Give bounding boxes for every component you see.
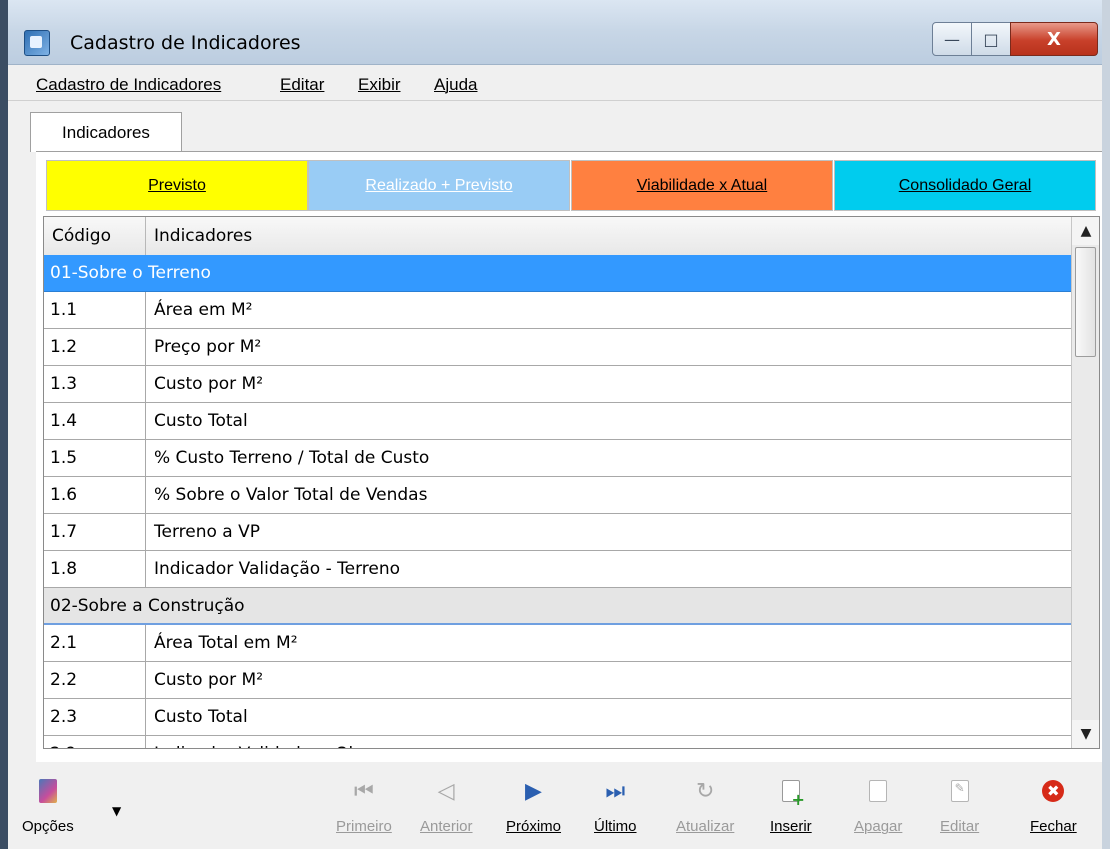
delete-label: Apagar: [854, 818, 903, 835]
table-row[interactable]: 2.?Indicador Validador - Obra: [44, 736, 1071, 748]
next-record-label: Próximo: [506, 818, 562, 835]
cell-code: 2.3: [44, 699, 146, 735]
group-row[interactable]: 02-Sobre a Construção: [44, 588, 1071, 625]
first-record-icon: ⏮: [354, 778, 374, 804]
previous-record-icon: ◁: [437, 778, 455, 804]
bottom-toolbar: Opções ▼ ⏮ Primeiro ◁ Anterior ▶ Próximo ⏭ Últi…: [8, 764, 1102, 849]
next-record-button[interactable]: ▶ Próximo: [506, 778, 562, 836]
maximize-button[interactable]: □: [971, 22, 1011, 56]
scroll-up-icon[interactable]: ▲: [1072, 217, 1099, 245]
cell-code: 1.2: [44, 329, 146, 365]
close-window-button[interactable]: X: [1010, 22, 1098, 56]
scroll-down-icon[interactable]: ▼: [1072, 720, 1099, 748]
cell-code: 1.1: [44, 292, 146, 328]
table-row[interactable]: 2.1 Área Total em M²: [44, 625, 1071, 662]
table-row[interactable]: 2.3 Custo Total: [44, 699, 1071, 736]
close-button[interactable]: ✖ Fechar: [1030, 778, 1077, 835]
close-icon: ✖: [1040, 778, 1066, 804]
group-label: 02-Sobre a Construção: [50, 596, 245, 616]
app-icon: [24, 30, 50, 56]
last-record-icon: ⏭: [605, 778, 626, 804]
table-row[interactable]: 1.1 Área em M²: [44, 292, 1071, 329]
previous-record-button[interactable]: ◁ Anterior: [420, 778, 473, 836]
vertical-scrollbar[interactable]: ▲ ▼: [1071, 217, 1099, 748]
last-record-label: Último: [594, 818, 637, 835]
title-bar: Cadastro de Indicadores — □ X: [8, 0, 1102, 65]
refresh-label: Atualizar: [676, 818, 735, 835]
previous-record-label: Anterior: [420, 818, 473, 835]
first-record-label: Primeiro: [336, 818, 392, 835]
table-row[interactable]: 1.7 Terreno a VP: [44, 514, 1071, 551]
delete-button[interactable]: Apagar: [854, 778, 902, 835]
last-record-button[interactable]: ⏭ Último: [594, 778, 637, 836]
group-label: 01-Sobre o Terreno: [50, 263, 211, 283]
cell-code: 1.6: [44, 477, 146, 513]
options-label: Opções: [22, 818, 74, 835]
table-row[interactable]: 1.2 Preço por M²: [44, 329, 1071, 366]
options-icon: [35, 778, 61, 804]
table-row[interactable]: 1.5 % Custo Terreno / Total de Custo: [44, 440, 1071, 477]
insert-button[interactable]: Inserir: [770, 778, 812, 835]
table-row[interactable]: 1.4 Custo Total: [44, 403, 1071, 440]
options-button[interactable]: Opções: [22, 778, 74, 835]
menu-editar[interactable]: Editar: [280, 75, 324, 95]
tab-indicadores[interactable]: Indicadores: [30, 112, 182, 152]
menu-cadastro[interactable]: Cadastro de Indicadores: [36, 75, 221, 95]
main-window: Cadastro de Indicadores — □ X Cadastro d…: [0, 0, 1110, 849]
table-row[interactable]: 2.2 Custo por M²: [44, 662, 1071, 699]
table-row[interactable]: 1.6 % Sobre o Valor Total de Vendas: [44, 477, 1071, 514]
close-label: Fechar: [1030, 818, 1077, 835]
category-previsto[interactable]: Previsto: [46, 160, 308, 211]
cell-code: 2.1: [44, 625, 146, 661]
menu-exibir[interactable]: Exibir: [358, 75, 401, 95]
cell-indicator: Terreno a VP: [154, 522, 261, 542]
cell-indicator: Custo por M²: [154, 374, 264, 394]
group-row[interactable]: 01-Sobre o Terreno: [44, 255, 1071, 292]
window-title: Cadastro de Indicadores: [70, 32, 301, 54]
first-record-button[interactable]: ⏮ Primeiro: [336, 778, 392, 836]
category-viabilidade-atual[interactable]: Viabilidade x Atual: [571, 160, 833, 211]
refresh-button[interactable]: ↻ Atualizar: [676, 778, 735, 836]
cell-code: 1.5: [44, 440, 146, 476]
column-header-codigo[interactable]: Código: [44, 217, 146, 255]
table-row[interactable]: 1.8 Indicador Validação - Terreno: [44, 551, 1071, 588]
grid-header: Código Indicadores: [44, 217, 1071, 256]
cell-indicator: Preço por M²: [154, 337, 262, 357]
edit-label: Editar: [940, 818, 980, 835]
cell-indicator: % Custo Terreno / Total de Custo: [154, 448, 430, 468]
cell-code: 1.7: [44, 514, 146, 550]
category-consolidado-geral[interactable]: Consolidado Geral: [834, 160, 1096, 211]
cell-code: 2.?: [44, 736, 146, 748]
cell-indicator: Custo Total: [154, 707, 248, 727]
edit-button[interactable]: ✎ Editar: [940, 778, 979, 835]
menu-ajuda[interactable]: Ajuda: [434, 75, 477, 95]
cell-code: 2.2: [44, 662, 146, 698]
cell-indicator: Custo Total: [154, 411, 248, 431]
cell-code: 1.3: [44, 366, 146, 402]
cell-indicator: Indicador Validador - Obra: [146, 736, 1071, 748]
options-dropdown-icon[interactable]: ▼: [112, 804, 121, 818]
category-realizado-previsto[interactable]: Realizado + Previsto: [308, 160, 570, 211]
indicators-grid: Código Indicadores 01-Sobre o Terreno 1.1…: [43, 216, 1100, 749]
menu-bar: Cadastro de Indicadores Editar Exibir Aj…: [8, 70, 1102, 101]
delete-icon: [865, 778, 891, 804]
cell-indicator: % Sobre o Valor Total de Vendas: [154, 485, 428, 505]
cell-code: 1.8: [44, 551, 146, 587]
column-header-indicadores[interactable]: Indicadores: [146, 217, 1071, 255]
cell-indicator: Área Total em M²: [154, 633, 298, 653]
next-record-icon: ▶: [525, 778, 542, 804]
grid-rows: 01-Sobre o Terreno 1.1 Área em M² 1.2 Preço …: [44, 255, 1071, 748]
cell-indicator: Área em M²: [154, 300, 253, 320]
minimize-button[interactable]: —: [932, 22, 972, 56]
cell-indicator: Indicador Validação - Terreno: [154, 559, 401, 579]
scroll-thumb[interactable]: [1075, 247, 1096, 357]
insert-label: Inserir: [770, 818, 812, 835]
table-row[interactable]: 1.3 Custo por M²: [44, 366, 1071, 403]
cell-indicator: Custo por M²: [154, 670, 264, 690]
insert-icon: [778, 778, 805, 807]
refresh-icon: ↻: [695, 778, 715, 804]
edit-icon: ✎: [947, 778, 973, 804]
cell-code: 1.4: [44, 403, 146, 439]
